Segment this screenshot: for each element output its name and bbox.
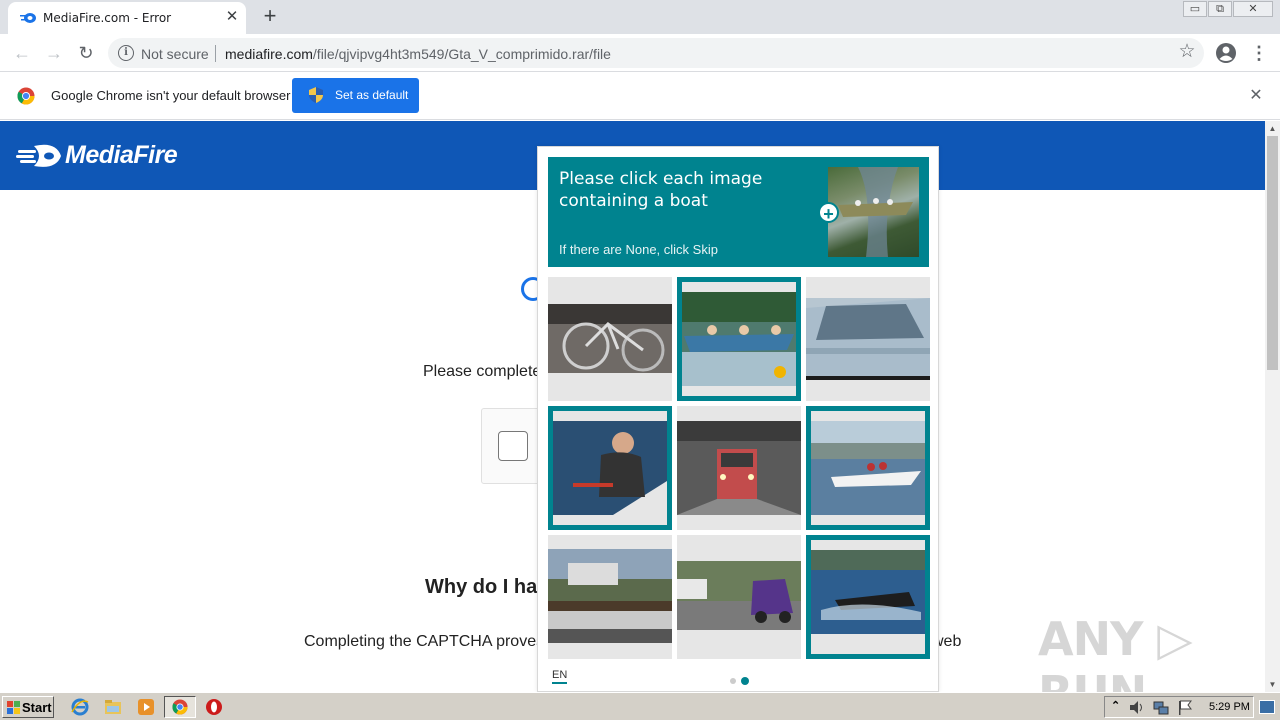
address-bar[interactable]: i Not secure mediafire.com/file/qjvipvg4… bbox=[108, 38, 1204, 68]
train-image bbox=[677, 421, 801, 515]
opera-icon[interactable] bbox=[205, 698, 223, 716]
browser-toolbar: ← → ↻ i Not secure mediafire.com/file/qj… bbox=[0, 34, 1280, 72]
show-desktop-button[interactable] bbox=[1259, 700, 1275, 714]
challenge-tile-speedboat-selected[interactable] bbox=[806, 406, 930, 530]
taskbar-chrome-button[interactable] bbox=[164, 696, 196, 718]
captcha-checkbox[interactable] bbox=[498, 431, 528, 461]
example-boat-icon bbox=[838, 167, 913, 257]
please-complete-text: Please complete bbox=[423, 363, 542, 380]
default-browser-infobar: Google Chrome isn't your default browser… bbox=[0, 72, 1280, 120]
url-text[interactable]: mediafire.com/file/qjvipvg4ht3m549/Gta_V… bbox=[225, 46, 611, 62]
example-image bbox=[828, 167, 919, 257]
speedboat-image bbox=[811, 421, 925, 515]
internet-explorer-icon[interactable] bbox=[71, 698, 89, 716]
challenge-tile-boat-house[interactable] bbox=[548, 535, 672, 659]
set-as-default-button[interactable]: Set as default bbox=[292, 78, 419, 113]
mediafire-favicon-icon bbox=[20, 13, 36, 23]
new-tab-button[interactable]: + bbox=[260, 5, 280, 27]
start-label: Start bbox=[22, 700, 52, 715]
page-scrollbar[interactable]: ▲ ▼ bbox=[1265, 121, 1280, 692]
chrome-logo-icon bbox=[17, 87, 35, 105]
bookmark-star-icon[interactable]: ☆ bbox=[1176, 41, 1198, 63]
challenge-tile-man-in-boat-selected[interactable] bbox=[548, 406, 672, 530]
windows-flag-icon bbox=[7, 701, 20, 714]
rowboat-image bbox=[682, 292, 796, 386]
volume-icon[interactable] bbox=[1129, 700, 1145, 715]
challenge-tile-racing-boat-selected[interactable] bbox=[806, 535, 930, 659]
close-window-button[interactable]: ✕ bbox=[1233, 1, 1273, 17]
challenge-tile-rowboat-selected[interactable] bbox=[677, 277, 801, 401]
back-button[interactable]: ← bbox=[10, 41, 34, 65]
challenge-tile-bicycle[interactable] bbox=[548, 277, 672, 401]
why-heading: Why do I ha bbox=[425, 576, 538, 598]
man-in-boat-image bbox=[553, 421, 667, 515]
truck-image bbox=[677, 561, 801, 630]
infobar-close-icon[interactable]: ✕ bbox=[1247, 87, 1265, 105]
completing-text: Completing the CAPTCHA proves bbox=[304, 633, 545, 650]
system-tray: ⌃ 5:29 PM bbox=[1104, 696, 1254, 718]
tab-mediafire[interactable]: MediaFire.com - Error ✕ bbox=[8, 2, 246, 34]
file-explorer-icon[interactable] bbox=[104, 698, 122, 716]
challenge-tile-truck[interactable] bbox=[677, 535, 801, 659]
challenge-prompt-text: Please click each image containing a boa… bbox=[559, 169, 763, 211]
reload-button[interactable]: ↻ bbox=[74, 41, 98, 65]
zoom-example-icon[interactable]: + bbox=[818, 202, 839, 224]
tab-title: MediaFire.com - Error bbox=[43, 11, 172, 25]
taskbar-clock[interactable]: 5:29 PM bbox=[1209, 701, 1250, 713]
boat-house-image bbox=[548, 549, 672, 643]
restore-button[interactable]: ⧉ bbox=[1208, 1, 1232, 17]
hcaptcha-challenge: Please click each image containing a boa… bbox=[537, 146, 939, 692]
infobar-message: Google Chrome isn't your default browser bbox=[51, 88, 291, 103]
set-as-default-label: Set as default bbox=[335, 88, 409, 102]
windows-taskbar: Start ⌃ 5:29 PM bbox=[0, 692, 1280, 720]
challenge-skip-hint: If there are None, click Skip bbox=[559, 242, 718, 257]
show-hidden-icons-icon[interactable]: ⌃ bbox=[1111, 699, 1120, 712]
tab-close-icon[interactable]: ✕ bbox=[224, 9, 240, 25]
page-indicator-dot bbox=[730, 678, 736, 684]
bicycle-image bbox=[548, 304, 672, 373]
url-path: /file/qjvipvg4ht3m549/Gta_V_comprimido.r… bbox=[312, 46, 611, 62]
challenge-tile-car[interactable] bbox=[806, 277, 930, 401]
chrome-menu-icon[interactable]: ⋮ bbox=[1250, 41, 1268, 65]
url-domain: mediafire.com bbox=[225, 46, 313, 62]
chrome-taskbar-icon bbox=[172, 699, 188, 715]
network-icon[interactable] bbox=[1153, 700, 1169, 715]
mediafire-logo-text[interactable]: MediaFire bbox=[65, 141, 178, 170]
info-icon[interactable]: i bbox=[118, 45, 134, 61]
account-icon[interactable] bbox=[1214, 41, 1238, 65]
page-indicator-dot-active bbox=[741, 677, 749, 685]
language-selector[interactable]: EN bbox=[552, 669, 568, 684]
scroll-thumb[interactable] bbox=[1267, 136, 1278, 370]
url-separator bbox=[215, 45, 216, 62]
action-center-flag-icon[interactable] bbox=[1177, 700, 1193, 715]
media-player-icon[interactable] bbox=[137, 698, 155, 716]
tab-strip: MediaFire.com - Error ✕ + ▭ ⧉ ✕ bbox=[0, 0, 1280, 34]
racing-boat-image bbox=[811, 550, 925, 634]
security-label[interactable]: Not secure bbox=[141, 46, 209, 62]
minimize-button[interactable]: ▭ bbox=[1183, 1, 1207, 17]
forward-button[interactable]: → bbox=[42, 41, 66, 65]
start-button[interactable]: Start bbox=[2, 696, 54, 718]
challenge-prompt: Please click each image containing a boa… bbox=[548, 157, 929, 267]
scroll-up-arrow-icon[interactable]: ▲ bbox=[1265, 121, 1280, 136]
mediafire-logo-icon[interactable] bbox=[16, 143, 62, 169]
car-image bbox=[806, 298, 930, 380]
uac-shield-icon bbox=[309, 87, 323, 103]
challenge-tile-train[interactable] bbox=[677, 406, 801, 530]
